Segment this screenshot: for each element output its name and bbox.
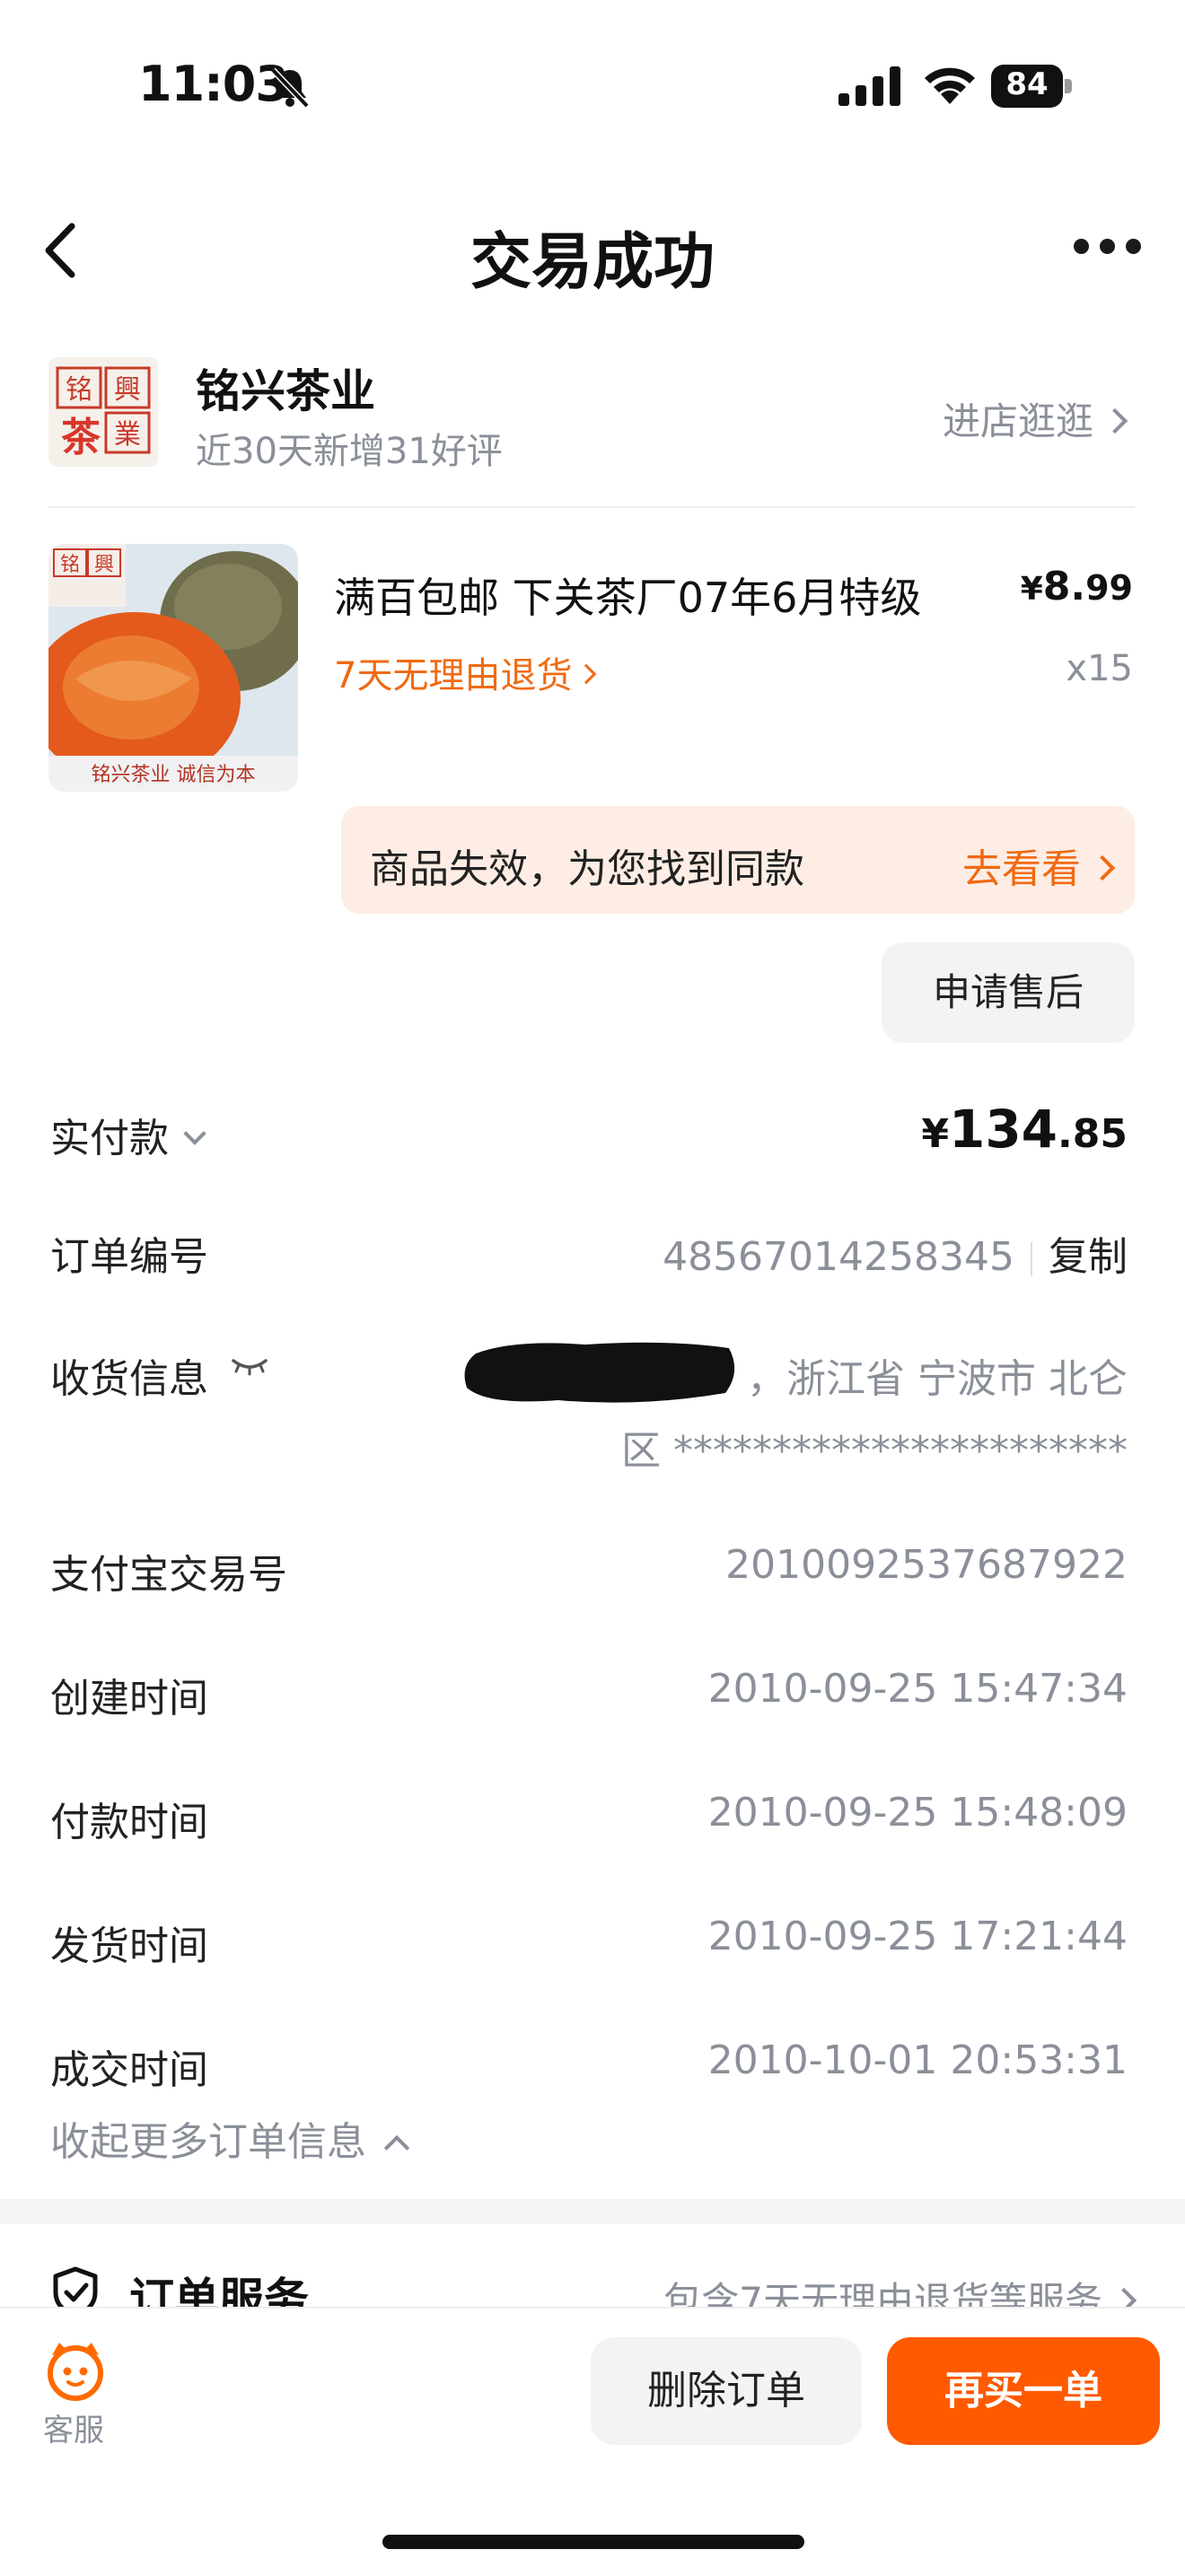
created-time: 2010-09-25 15:47:34 <box>707 1666 1128 1712</box>
alipay-trade-label: 支付宝交易号 <box>50 1552 287 1598</box>
shipped-time-label: 发货时间 <box>50 1923 208 1969</box>
home-indicator[interactable] <box>382 2535 804 2549</box>
page-title: 交易成功 <box>470 227 715 298</box>
signal-icon <box>838 66 900 106</box>
chevron-right-icon <box>576 663 597 685</box>
svg-text:茶: 茶 <box>61 415 101 460</box>
payment-time-label: 付款时间 <box>50 1800 208 1845</box>
section-separator <box>0 2199 1185 2224</box>
notice-text: 商品失效，为您找到同款 <box>370 846 804 892</box>
chevron-right-icon <box>1089 854 1116 881</box>
created-time-label: 创建时间 <box>50 1676 208 1722</box>
order-number-label: 订单编号 <box>50 1234 208 1280</box>
wifi-icon <box>925 67 975 104</box>
product-quantity: x15 <box>1066 648 1133 689</box>
return-policy-link[interactable]: 7天无理由退货 <box>334 646 597 698</box>
product-price: ¥8.99 <box>1020 564 1133 609</box>
shipping-info-label: 收货信息 <box>50 1356 208 1402</box>
svg-text:铭兴茶业 诚信为本: 铭兴茶业 诚信为本 <box>92 764 256 786</box>
deal-time: 2010-10-01 20:53:31 <box>707 2037 1128 2083</box>
deal-time-label: 成交时间 <box>50 2047 208 2093</box>
product-title[interactable]: 满百包邮 下关茶厂07年6月特级 <box>334 565 921 625</box>
customer-service-icon[interactable] <box>43 2337 108 2402</box>
divider <box>48 506 1135 508</box>
redaction-mark <box>464 1342 735 1403</box>
buy-again-button[interactable]: 再买一单 <box>887 2337 1160 2445</box>
svg-text:铭: 铭 <box>60 554 80 576</box>
visit-shop-link[interactable]: 进店逛逛 <box>943 391 1128 446</box>
chevron-right-icon <box>1102 407 1128 434</box>
order-number-row: 48567014258345 复制 <box>663 1224 1128 1282</box>
paid-amount-label[interactable]: 实付款 <box>50 1106 206 1163</box>
after-sale-button[interactable]: 申请售后 <box>882 942 1135 1043</box>
shop-name[interactable]: 铭兴茶业 <box>196 355 375 420</box>
battery-level: 84 <box>1005 66 1049 102</box>
shop-rating-summary: 近30天新增31好评 <box>196 431 503 472</box>
order-number: 48567014258345 <box>663 1234 1014 1280</box>
more-options-icon[interactable] <box>1074 239 1142 257</box>
shop-logo[interactable]: 铭 興 茶 業 <box>48 357 158 467</box>
customer-service-label[interactable]: 客服 <box>43 2405 104 2449</box>
shipping-address-line2: 区 *********************** <box>621 1428 1128 1474</box>
collapse-order-info-link[interactable]: 收起更多订单信息 <box>50 2109 410 2167</box>
svg-text:興: 興 <box>114 374 141 406</box>
view-similar-link[interactable]: 去看看 <box>962 837 1116 894</box>
bell-muted-icon <box>270 67 310 109</box>
status-time: 11:03 <box>138 56 289 112</box>
alipay-trade-number: 2010092537687922 <box>725 1542 1128 1588</box>
svg-text:業: 業 <box>114 419 141 451</box>
shipped-time: 2010-09-25 17:21:44 <box>707 1914 1128 1959</box>
copy-button[interactable]: 复制 <box>1049 1234 1128 1280</box>
product-image[interactable]: 铭 興 铭兴茶业 诚信为本 <box>48 544 298 792</box>
delete-order-button[interactable]: 删除订单 <box>591 2337 862 2445</box>
payment-time: 2010-09-25 15:48:09 <box>707 1790 1128 1836</box>
svg-text:興: 興 <box>94 554 114 576</box>
paid-amount: ¥134.85 <box>921 1099 1128 1160</box>
battery-icon: 84 <box>991 65 1072 110</box>
eye-closed-icon[interactable] <box>230 1355 269 1377</box>
chevron-up-icon <box>383 2134 410 2161</box>
svg-text:铭: 铭 <box>66 374 92 406</box>
chevron-down-icon <box>183 1122 206 1145</box>
